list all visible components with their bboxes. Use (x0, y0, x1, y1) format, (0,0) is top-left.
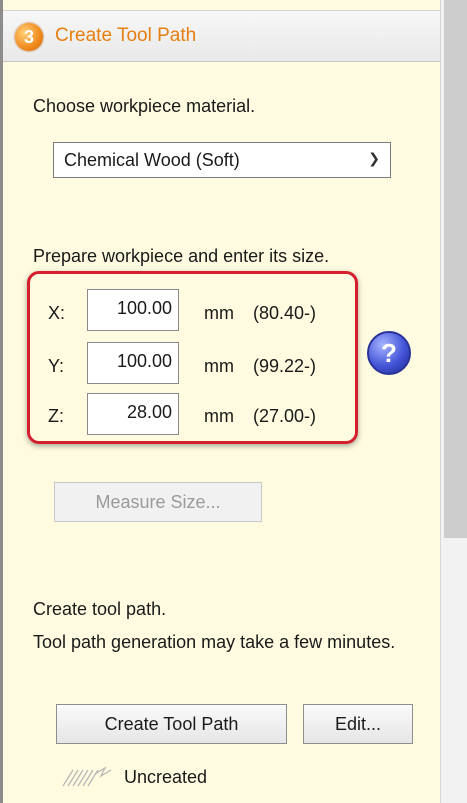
unit-z: mm (204, 406, 234, 426)
measure-size-button[interactable]: Measure Size... (54, 482, 262, 522)
scrollbar-thumb[interactable] (444, 0, 467, 538)
unit-x: mm (204, 303, 234, 323)
material-select[interactable]: Chemical Wood (Soft) ❯ (53, 142, 391, 178)
axis-label-z: Z: (48, 406, 64, 426)
axis-label-x: X: (48, 303, 66, 323)
unit-y: mm (204, 356, 234, 376)
tool-path-status: Uncreated (124, 767, 208, 787)
min-x: (80.40-) (253, 303, 317, 323)
tool-path-note: Tool path generation may take a few minu… (33, 632, 396, 652)
help-icon[interactable]: ? (367, 331, 411, 375)
size-x-input[interactable]: 100.00 (87, 289, 179, 331)
workpiece-size-label: Prepare workpiece and enter its size. (33, 246, 330, 266)
axis-label-y: Y: (48, 356, 65, 376)
step-title: Create Tool Path (55, 25, 197, 46)
min-z: (27.00-) (253, 406, 317, 426)
size-y-input[interactable]: 100.00 (87, 342, 179, 384)
create-tool-path-button[interactable]: Create Tool Path (56, 704, 287, 744)
step-header: 3 Create Tool Path (3, 10, 440, 62)
toolpath-pattern-icon (62, 766, 112, 787)
material-select-value: Chemical Wood (Soft) (64, 150, 240, 170)
min-y: (99.22-) (253, 356, 317, 376)
material-label: Choose workpiece material. (33, 96, 256, 116)
size-z-input[interactable]: 28.00 (87, 393, 179, 435)
edit-button[interactable]: Edit... (303, 704, 413, 744)
chevron-down-icon: ❯ (368, 150, 380, 166)
step-number-icon: 3 (15, 23, 43, 51)
create-tool-path-label: Create tool path. (33, 599, 167, 619)
